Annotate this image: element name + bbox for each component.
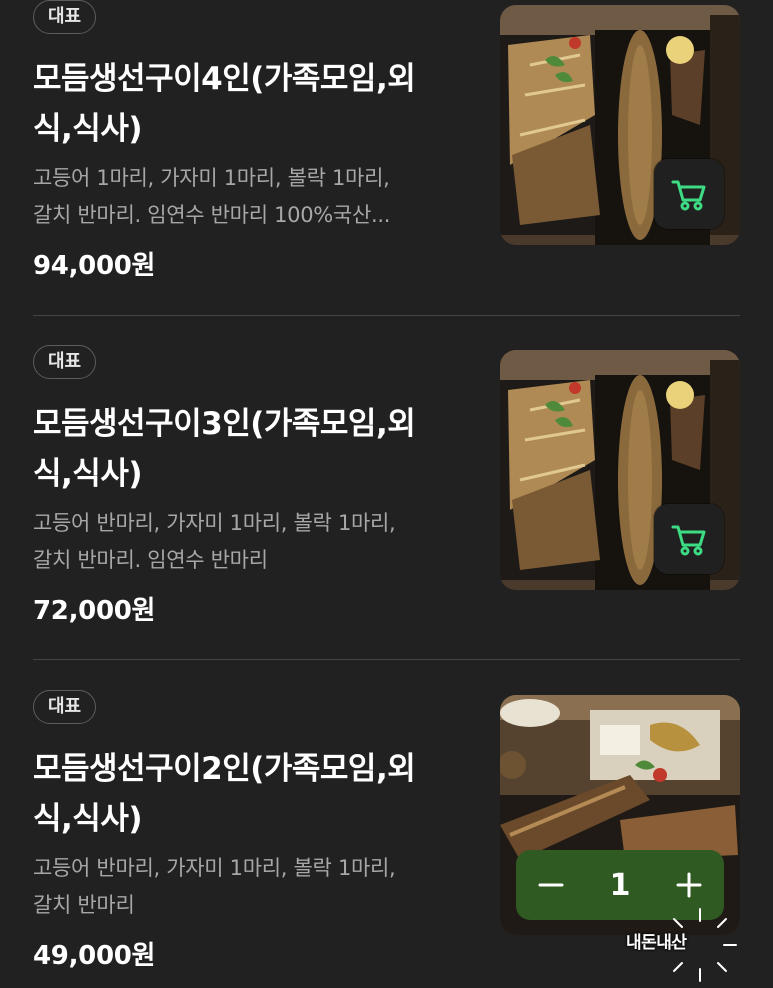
menu-item-title-line: 식,식사) bbox=[33, 111, 143, 147]
menu-item-title-line: 모듬생선구이4인(가족모임,외 bbox=[33, 61, 416, 97]
add-to-cart-button[interactable] bbox=[654, 504, 724, 574]
cart-icon bbox=[671, 525, 706, 556]
menu-item-title: 모듬생선구이2인(가족모임,외 식,식사) bbox=[33, 744, 463, 844]
menu-item-title-line: 모듬생선구이3인(가족모임,외 bbox=[33, 406, 416, 442]
cart-icon bbox=[671, 180, 706, 211]
quantity-value: 1 bbox=[609, 867, 631, 903]
increase-quantity-button[interactable] bbox=[672, 868, 706, 902]
signature-badge: 대표 bbox=[33, 690, 97, 724]
description-line: 고등어 1마리, 가자미 1마리, 볼락 1마리, bbox=[33, 166, 390, 190]
menu-item-title-line: 식,식사) bbox=[33, 456, 143, 492]
description-line: 고등어 반마리, 가자미 1마리, 볼락 1마리, bbox=[33, 511, 396, 535]
minus-icon bbox=[538, 883, 564, 887]
description-line: 갈치 반마리. 임연수 반마리 bbox=[33, 548, 268, 572]
menu-item-title-line: 식,식사) bbox=[33, 801, 143, 837]
menu-item-price: 49,000원 bbox=[33, 941, 156, 971]
menu-item-photo[interactable]: 1 bbox=[500, 695, 740, 935]
menu-list: 대표 모듬생선구이4인(가족모임,외 식,식사) 고등어 1마리, 가자미 1마… bbox=[0, 0, 773, 988]
description-line: 갈치 반마리. 임연수 반마리 100%국산... bbox=[33, 203, 391, 227]
menu-item[interactable]: 대표 모듬생선구이4인(가족모임,외 식,식사) 고등어 1마리, 가자미 1마… bbox=[0, 0, 773, 314]
description-line: 고등어 반마리, 가자미 1마리, 볼락 1마리, bbox=[33, 856, 396, 880]
add-to-cart-button[interactable] bbox=[654, 159, 724, 229]
menu-item-title: 모듬생선구이3인(가족모임,외 식,식사) bbox=[33, 399, 463, 499]
signature-badge: 대표 bbox=[33, 345, 97, 379]
plus-icon bbox=[676, 872, 702, 898]
watermark-text: 내돈내산 bbox=[626, 933, 687, 953]
menu-item-description: 고등어 1마리, 가자미 1마리, 볼락 1마리, 갈치 반마리. 임연수 반마… bbox=[33, 160, 463, 234]
menu-item-title-line: 모듬생선구이2인(가족모임,외 bbox=[33, 751, 416, 787]
decrease-quantity-button[interactable] bbox=[534, 868, 568, 902]
menu-item-price: 94,000원 bbox=[33, 251, 156, 281]
menu-item-description: 고등어 반마리, 가자미 1마리, 볼락 1마리, 갈치 반마리 bbox=[33, 850, 463, 924]
menu-item[interactable]: 대표 모듬생선구이3인(가족모임,외 식,식사) 고등어 반마리, 가자미 1마… bbox=[0, 315, 773, 659]
menu-item-photo[interactable] bbox=[500, 350, 740, 590]
menu-item-price: 72,000원 bbox=[33, 596, 156, 626]
menu-item-title: 모듬생선구이4인(가족모임,외 식,식사) bbox=[33, 54, 463, 154]
signature-badge: 대표 bbox=[33, 0, 97, 34]
description-line: 갈치 반마리 bbox=[33, 893, 135, 917]
menu-item-description: 고등어 반마리, 가자미 1마리, 볼락 1마리, 갈치 반마리. 임연수 반마… bbox=[33, 505, 463, 579]
menu-item-photo[interactable] bbox=[500, 5, 740, 245]
